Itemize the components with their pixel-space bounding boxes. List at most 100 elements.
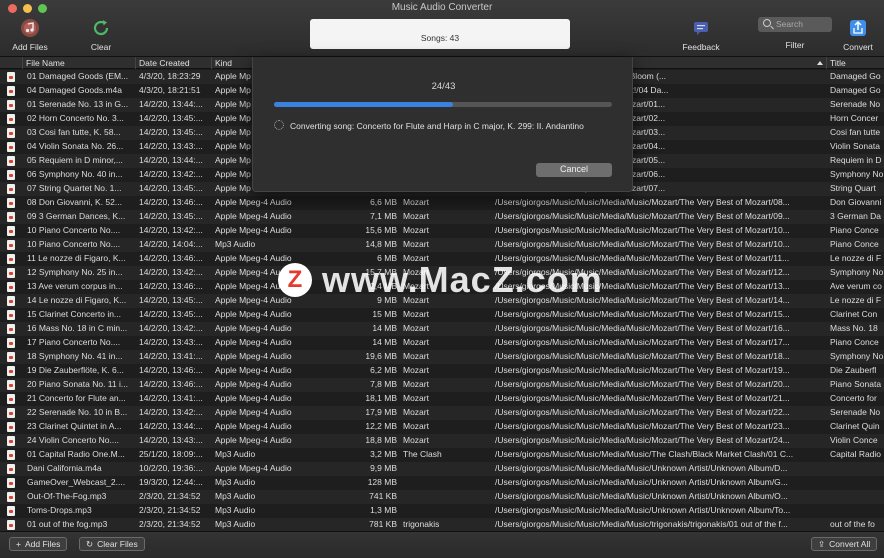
cell-file: 06 Symphony No. 40 in...	[27, 169, 123, 179]
cell-title: 3 German Da	[830, 211, 882, 221]
cell-path: /Users/giorgos/Music/Music/Media/Music/t…	[495, 519, 788, 529]
cell-path: /Users/giorgos/Music/Music/Media/Music/M…	[495, 337, 790, 347]
audio-file-icon	[7, 506, 15, 516]
cell-kind: Apple Mpeg-4 Audio	[215, 309, 292, 319]
column-header-icon[interactable]	[0, 57, 23, 69]
table-row[interactable]: 20 Piano Sonata No. 11 i... 14/2/20, 13:4…	[0, 378, 884, 392]
cell-size: 17,9 MB	[365, 407, 397, 417]
cell-size: 14 MB	[372, 323, 397, 333]
cell-date: 14/2/20, 13:45:...	[139, 127, 203, 137]
cell-path: /Users/giorgos/Music/Music/Media/Music/M…	[495, 351, 790, 361]
feedback-button[interactable]: Feedback	[678, 18, 724, 52]
table-row[interactable]: 09 3 German Dances, K... 14/2/20, 13:45:.…	[0, 210, 884, 224]
column-header-date-created[interactable]: Date Created	[136, 57, 212, 69]
cell-size: 3,2 MB	[370, 449, 397, 459]
cell-file: 21 Concerto for Flute an...	[27, 393, 126, 403]
cell-file: Out-Of-The-Fog.mp3	[27, 491, 107, 501]
bottom-add-files-button[interactable]: + Add Files	[9, 537, 68, 551]
table-row[interactable]: 16 Mass No. 18 in C min... 14/2/20, 13:42…	[0, 322, 884, 336]
cell-date: 14/2/20, 14:04:...	[139, 239, 203, 249]
audio-file-icon	[7, 478, 15, 488]
table-row[interactable]: 17 Piano Concerto No.... 14/2/20, 13:43:.…	[0, 336, 884, 350]
cell-title: Piano Conce	[830, 337, 879, 347]
progress-bar-fill	[274, 102, 454, 107]
table-row[interactable]: 12 Symphony No. 25 in... 14/2/20, 13:42:.…	[0, 266, 884, 280]
cell-size: 9 MB	[377, 295, 397, 305]
table-row[interactable]: 24 Violin Concerto No.... 14/2/20, 13:43:…	[0, 434, 884, 448]
cell-date: 14/2/20, 13:42:...	[139, 323, 203, 333]
table-row[interactable]: 10 Piano Concerto No.... 14/2/20, 14:04:.…	[0, 238, 884, 252]
table-row[interactable]: 21 Concerto for Flute an... 14/2/20, 13:4…	[0, 392, 884, 406]
cell-file: 03 Cosi fan tutte, K. 58...	[27, 127, 121, 137]
cell-path: /Users/giorgos/Music/Music/Media/Music/M…	[495, 295, 790, 305]
table-row[interactable]: 08 Don Giovanni, K. 52... 14/2/20, 13:46:…	[0, 196, 884, 210]
audio-file-icon	[7, 282, 15, 292]
convert-button[interactable]: Convert	[836, 18, 880, 52]
cell-title: String Quart	[830, 183, 876, 193]
cell-size: 7,8 MB	[370, 379, 397, 389]
cell-title: Le nozze di F	[830, 253, 882, 263]
cell-title	[828, 463, 884, 475]
songs-count-display: Songs: 43	[310, 19, 570, 49]
column-header-file-name[interactable]: File Name	[23, 57, 136, 69]
cell-kind: Mp3 Audio	[215, 505, 256, 515]
cell-kind: Apple Mpeg-4 Audio	[215, 253, 292, 263]
add-files-label: Add Files	[12, 42, 48, 52]
audio-file-icon	[7, 198, 15, 208]
cell-file: 11 Le nozze di Figaro, K...	[27, 253, 126, 263]
table-row[interactable]: 11 Le nozze di Figaro, K... 14/2/20, 13:4…	[0, 252, 884, 266]
cell-artist	[401, 463, 491, 475]
cell-file: Toms-Drops.mp3	[27, 505, 92, 515]
cell-artist: Mozart	[403, 267, 429, 277]
cell-path: /Users/giorgos/Music/Music/Media/Music/M…	[495, 281, 790, 291]
table-row[interactable]: 23 Clarinet Quintet in A... 14/2/20, 13:4…	[0, 420, 884, 434]
cell-file: 10 Piano Concerto No....	[27, 239, 121, 249]
table-row[interactable]: 01 out of the fog.mp3 2/3/20, 21:34:52 Mp3…	[0, 518, 884, 531]
table-row[interactable]: 18 Symphony No. 41 in... 14/2/20, 13:41:.…	[0, 350, 884, 364]
cell-artist	[401, 491, 491, 503]
filter-button[interactable]: Filter	[772, 40, 818, 50]
cell-kind: Mp3 Audio	[215, 477, 256, 487]
convert-all-button[interactable]: ⇪ Convert All	[811, 537, 878, 551]
bottom-clear-files-button[interactable]: ↻ Clear Files	[79, 537, 145, 551]
table-row[interactable]: 19 Die Zauberflöte, K. 6... 14/2/20, 13:4…	[0, 364, 884, 378]
cell-date: 14/2/20, 13:46:...	[139, 379, 203, 389]
audio-file-icon	[7, 142, 15, 152]
cancel-button[interactable]: Cancel	[536, 163, 612, 177]
cell-size: 9,9 MB	[370, 463, 397, 473]
cell-date: 10/2/20, 19:36:...	[139, 463, 203, 473]
cell-path: /Users/giorgos/Music/Music/Media/Music/M…	[495, 323, 790, 333]
table-row[interactable]: 22 Serenade No. 10 in B... 14/2/20, 13:42…	[0, 406, 884, 420]
cell-file: 15 Clarinet Concerto in...	[27, 309, 122, 319]
search-field[interactable]: Search	[758, 17, 832, 32]
cell-artist	[401, 477, 491, 489]
cell-date: 14/2/20, 13:45:...	[139, 113, 203, 123]
cell-date: 25/1/20, 18:09:...	[139, 449, 203, 459]
table-row[interactable]: 01 Capital Radio One.M... 25/1/20, 18:09:…	[0, 448, 884, 462]
add-files-button[interactable]: Add Files	[8, 18, 52, 52]
plus-icon: +	[16, 539, 21, 549]
cell-artist: Mozart	[403, 211, 429, 221]
table-row[interactable]: 14 Le nozze di Figaro, K... 14/2/20, 13:4…	[0, 294, 884, 308]
column-header-title[interactable]: Title	[827, 57, 884, 69]
cell-size: 14 MB	[372, 337, 397, 347]
cell-size: 12,2 MB	[365, 421, 397, 431]
table-row[interactable]: Toms-Drops.mp3 2/3/20, 21:34:52 Mp3 Audio 1…	[0, 504, 884, 518]
clear-button[interactable]: Clear	[78, 18, 124, 52]
table-row[interactable]: 13 Ave verum corpus in... 14/2/20, 13:46:…	[0, 280, 884, 294]
table-row[interactable]: Out-Of-The-Fog.mp3 2/3/20, 21:34:52 Mp3 Au…	[0, 490, 884, 504]
cell-path: /Users/giorgos/Music/Music/Media/Music/M…	[495, 253, 790, 263]
cell-size: 14,8 MB	[365, 239, 397, 249]
table-row[interactable]: 15 Clarinet Concerto in... 14/2/20, 13:45…	[0, 308, 884, 322]
cell-kind: Mp3 Audio	[215, 449, 256, 459]
table-row[interactable]: Dani California.m4a 10/2/20, 19:36:... App…	[0, 462, 884, 476]
cell-date: 2/3/20, 21:34:52	[139, 519, 201, 529]
cell-file: 22 Serenade No. 10 in B...	[27, 407, 128, 417]
cell-title: Symphony No	[830, 267, 884, 277]
audio-file-icon	[7, 366, 15, 376]
cell-file: 24 Violin Concerto No....	[27, 435, 119, 445]
cell-size: 18,8 MB	[365, 435, 397, 445]
cell-kind: Apple Mpeg-4 Audio	[215, 393, 292, 403]
table-row[interactable]: GameOver_Webcast_2.... 19/3/20, 12:44:...…	[0, 476, 884, 490]
table-row[interactable]: 10 Piano Concerto No.... 14/2/20, 13:42:.…	[0, 224, 884, 238]
